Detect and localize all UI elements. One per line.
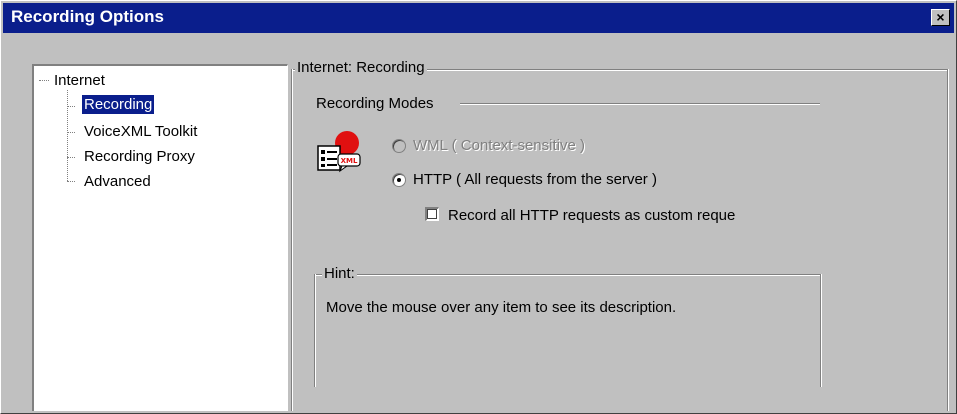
window-title: Recording Options (11, 7, 164, 26)
record-custom-requests-checkbox[interactable] (425, 207, 439, 221)
record-custom-requests-label: Record all HTTP requests as custom reque (446, 207, 738, 225)
close-button[interactable]: × (931, 9, 950, 26)
hint-text: Move the mouse over any item to see its … (326, 299, 677, 316)
hint-title: Hint: (322, 265, 357, 283)
tree-connector (67, 157, 75, 158)
recording-options-dialog: Recording Options × Internet Recording V… (0, 0, 957, 414)
tree-item-recording-proxy[interactable]: Recording Proxy (84, 147, 195, 166)
tree-connector (39, 80, 49, 81)
group-frame (291, 69, 292, 411)
hint-frame (314, 274, 820, 275)
title-bar[interactable]: Recording Options × (3, 3, 954, 33)
hint-frame (820, 274, 821, 387)
http-radio-label: HTTP ( All requests from the server ) (411, 171, 659, 189)
tree-item-advanced[interactable]: Advanced (84, 172, 151, 191)
tree-connector (67, 181, 75, 182)
options-tree[interactable]: Internet Recording VoiceXML Toolkit Reco… (32, 64, 288, 411)
xml-document-icon: XML (316, 130, 364, 174)
tree-item-internet[interactable]: Internet (54, 71, 105, 90)
group-frame (947, 69, 948, 411)
tree-connector (67, 106, 75, 107)
tree-item-voicexml-toolkit[interactable]: VoiceXML Toolkit (84, 122, 197, 141)
tree-connector (67, 90, 68, 181)
tree-connector (67, 132, 75, 133)
close-icon: × (936, 9, 945, 25)
recording-settings-panel: Internet: Recording Recording Modes XML … (290, 59, 955, 411)
wml-radio[interactable] (392, 139, 406, 153)
recording-modes-heading: Recording Modes (314, 95, 436, 113)
svg-text:XML: XML (341, 157, 358, 165)
hint-frame (314, 274, 315, 387)
http-radio[interactable] (392, 173, 406, 187)
group-title: Internet: Recording (295, 59, 427, 77)
wml-radio-label: WML ( Context-sensitive ) (411, 137, 587, 155)
tree-item-recording[interactable]: Recording (80, 94, 156, 115)
radio-selected-dot (397, 178, 401, 182)
modes-separator (460, 103, 820, 104)
